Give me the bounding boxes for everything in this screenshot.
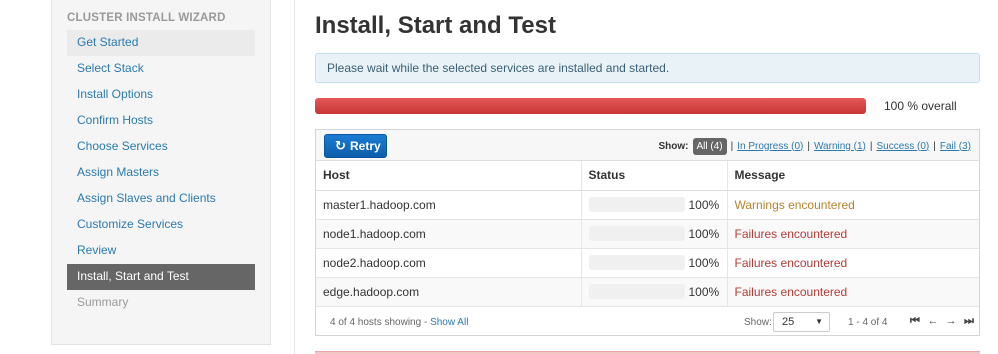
header-host: Host [316, 161, 582, 191]
filter-separator: | [933, 140, 936, 152]
host-count-text: 4 of 4 hosts showing - [330, 317, 431, 328]
page-title: Install, Start and Test [315, 12, 556, 39]
hosts-panel: ↻ Retry Show: All (4) | In Progress (0) … [315, 129, 980, 336]
step-assign-slaves-clients[interactable]: Assign Slaves and Clients [67, 186, 255, 212]
first-page-icon[interactable]: ⏮ [909, 314, 921, 328]
last-page-icon[interactable]: ⏭ [963, 314, 975, 328]
filter-warning[interactable]: Warning (1) [814, 141, 866, 152]
host-progress-bar [588, 255, 685, 271]
step-review[interactable]: Review [67, 238, 255, 264]
show-all-link[interactable]: Show All [430, 317, 468, 328]
table-row: node2.hadoop.com 100% Failures encounter… [316, 248, 979, 278]
host-message[interactable]: Warnings encountered [735, 198, 855, 212]
header-status: Status [581, 161, 728, 191]
table-header-row: Host Status Message [316, 161, 979, 191]
host-progress-bar [588, 226, 685, 242]
step-get-started[interactable]: Get Started [67, 30, 255, 56]
filter-success[interactable]: Success (0) [876, 141, 929, 152]
step-choose-services[interactable]: Choose Services [67, 134, 255, 160]
host-percent: 100% [688, 226, 720, 241]
wizard-title: CLUSTER INSTALL WIZARD [67, 12, 226, 24]
host-name[interactable]: node1.hadoop.com [323, 227, 426, 241]
step-assign-masters[interactable]: Assign Masters [67, 160, 255, 186]
host-message[interactable]: Failures encountered [735, 227, 848, 241]
filter-in-progress[interactable]: In Progress (0) [737, 141, 803, 152]
table-row: node1.hadoop.com 100% Failures encounter… [316, 219, 979, 249]
filter-separator: | [807, 140, 810, 152]
host-name[interactable]: node2.hadoop.com [323, 256, 426, 270]
filter-all[interactable]: All (4) [692, 137, 727, 155]
overall-progress-bar [315, 98, 866, 114]
chevron-down-icon: ▼ [815, 317, 823, 326]
next-page-icon[interactable]: → [945, 314, 957, 328]
filter-separator: | [869, 140, 873, 152]
overall-progress-label: 100 % overall [884, 99, 957, 113]
step-install-options[interactable]: Install Options [67, 82, 255, 108]
table-row: edge.hadoop.com 100% Failures encountere… [316, 277, 979, 307]
table-row: master1.hadoop.com 100% Warnings encount… [316, 190, 979, 220]
host-message[interactable]: Failures encountered [735, 256, 848, 270]
step-confirm-hosts[interactable]: Confirm Hosts [67, 108, 255, 134]
step-select-stack[interactable]: Select Stack [67, 56, 255, 82]
wizard-sidebar: CLUSTER INSTALL WIZARD Get Started Selec… [51, 0, 271, 345]
page-size-label: Show: [744, 317, 772, 328]
filter-separator: | [730, 140, 734, 152]
vertical-divider [294, 0, 295, 354]
host-progress-bar [588, 284, 685, 300]
previous-page-icon[interactable]: ← [927, 314, 939, 328]
retry-label: Retry [350, 139, 381, 153]
host-name[interactable]: master1.hadoop.com [323, 198, 436, 212]
status-filters: Show: All (4) | In Progress (0) | Warnin… [658, 136, 971, 156]
filter-fail[interactable]: Fail (3) [940, 141, 971, 152]
wizard-steps: Get Started Select Stack Install Options… [67, 30, 255, 316]
step-customize-services[interactable]: Customize Services [67, 212, 255, 238]
page-size-value: 25 [782, 316, 795, 328]
panel-toolbar: ↻ Retry Show: All (4) | In Progress (0) … [316, 130, 979, 161]
host-name[interactable]: edge.hadoop.com [323, 285, 419, 299]
host-message[interactable]: Failures encountered [735, 285, 848, 299]
filter-show-label: Show: [658, 140, 689, 152]
host-progress-bar [588, 197, 685, 213]
host-percent: 100% [688, 255, 720, 270]
host-percent: 100% [688, 197, 720, 212]
header-message: Message [727, 161, 979, 191]
hosts-table: Host Status Message master1.hadoop.com 1… [316, 161, 979, 307]
page-range: 1 - 4 of 4 [848, 317, 888, 328]
step-install-start-test: Install, Start and Test [67, 264, 255, 290]
host-count: 4 of 4 hosts showing - Show All [330, 317, 468, 328]
host-percent: 100% [688, 284, 720, 299]
table-footer: 4 of 4 hosts showing - Show All Show: 25… [316, 309, 979, 336]
info-alert: Please wait while the selected services … [315, 53, 980, 83]
step-summary: Summary [77, 295, 129, 309]
retry-button[interactable]: ↻ Retry [324, 134, 387, 158]
overall-progress-fill [315, 98, 866, 114]
page-size-select[interactable]: 25 ▼ [773, 312, 830, 332]
refresh-icon: ↻ [335, 138, 346, 153]
